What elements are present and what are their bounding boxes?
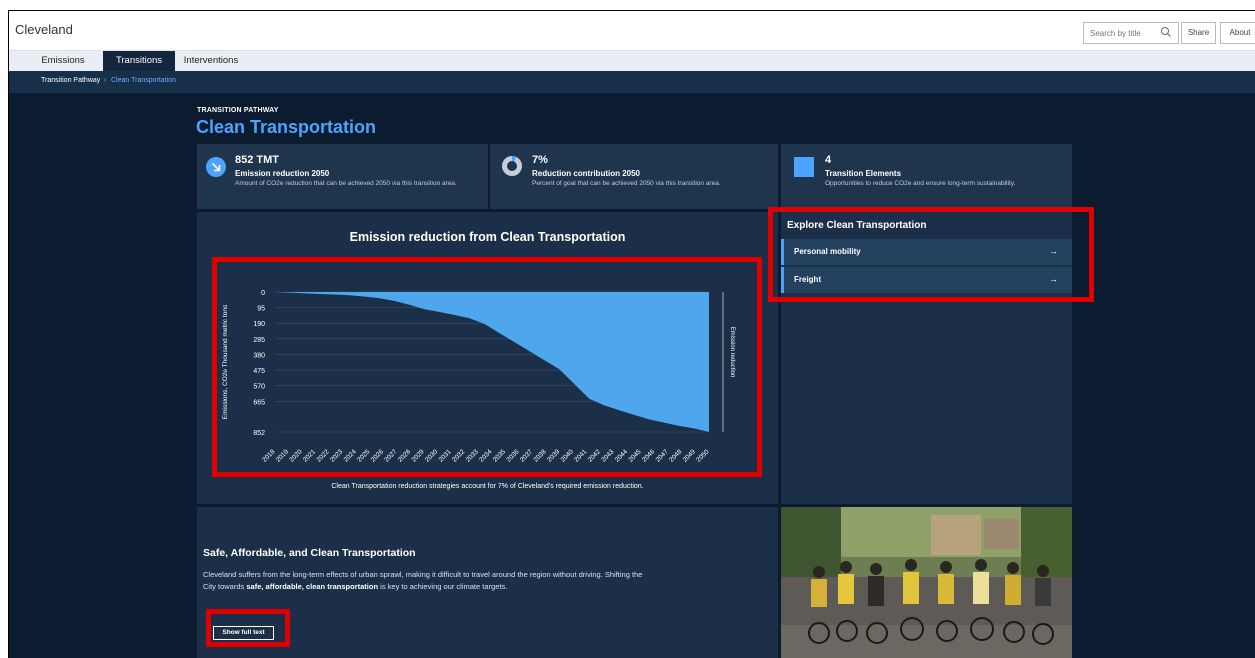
search-box[interactable] [1083,22,1179,44]
x-tick-label: 2026 [370,448,385,463]
stat-card-reduction-contribution: 7% Reduction contribution 2050 Percent o… [490,144,778,209]
donut-chart-icon [502,156,522,176]
x-tick-label: 2020 [288,448,303,463]
chart-footnote: Clean Transportation reduction strategie… [331,483,644,490]
tab-transitions[interactable]: Transitions [103,51,175,71]
stat-value: 7% [532,154,548,166]
cyclists-photo [781,507,1072,658]
explore-item-freight[interactable]: Freight → [781,267,1072,293]
page-title: Clean Transportation [196,117,377,137]
breadcrumb-parent[interactable]: Transition Pathway [41,77,100,84]
explore-item-label: Freight [794,275,822,284]
emission-area-chart[interactable]: 0 95 190 285 380 475 570 665 852 2018201920202021… [213,264,753,476]
x-tick-label: 2035 [492,448,507,463]
x-tick-label: 2030 [424,448,439,463]
breadcrumb-current: Clean Transportation [111,77,176,84]
chart-title: Emission reduction from Clean Transporta… [349,230,626,244]
x-tick-label: 2031 [438,448,453,463]
x-tick-label: 2049 [682,448,697,463]
app-title[interactable]: Cleveland [15,22,73,37]
y-tick-label: 852 [253,430,265,437]
stat-label: Emission reduction 2050 [235,169,330,178]
tab-interventions[interactable]: Interventions [177,51,245,71]
x-tick-label: 2021 [302,448,317,463]
x-tick-label: 2033 [465,448,480,463]
arrow-right-icon: → [1049,274,1058,284]
stat-label: Transition Elements [825,169,902,178]
x-tick-label: 2047 [655,448,670,463]
search-icon[interactable] [1160,26,1172,38]
arrow-down-right-icon [206,157,226,177]
y-tick-label: 475 [253,368,265,375]
x-tick-label: 2041 [573,448,588,463]
y-tick-label: 95 [257,306,265,313]
y-axis-label: Emissions, CO2e Thousand metric tons [222,304,229,419]
explore-panel: Explore Clean Transportation Personal mo… [781,212,1072,504]
y-tick-label: 665 [253,399,265,406]
stat-label: Reduction contribution 2050 [532,169,641,178]
x-tick-label: 2050 [695,448,710,463]
x-tick-label: 2025 [356,448,371,463]
x-tick-label: 2037 [519,448,534,463]
y-tick-label: 0 [261,290,265,297]
chart-panel: Emission reduction from Clean Transporta… [197,212,778,504]
square-icon [794,157,814,177]
page-pre-title: TRANSITION PATHWAY [197,107,279,114]
top-header: Cleveland Share About [9,11,1255,51]
series-label: Emission reduction [729,327,735,378]
x-tick-label: 2036 [505,448,520,463]
app-window: Cleveland Share About Emissions Transiti… [8,10,1255,658]
section-heading: Safe, Affordable, and Clean Transportati… [203,547,416,559]
x-tick-label: 2019 [275,448,290,463]
x-tick-label: 2048 [668,448,683,463]
about-button[interactable]: About [1220,22,1255,44]
stat-card-emission-reduction: 852 TMT Emission reduction 2050 Amount o… [197,144,488,209]
share-button[interactable]: Share [1181,22,1216,44]
explore-title: Explore Clean Transportation [787,220,927,231]
x-tick-label: 2028 [397,448,412,463]
breadcrumb-separator-icon: › [104,77,107,84]
x-tick-label: 2032 [451,448,466,463]
x-tick-label: 2039 [546,448,561,463]
section-body-emphasis: safe, affordable, clean transportation [246,582,379,591]
y-tick-label: 570 [253,384,265,391]
stat-value: 4 [825,154,832,166]
x-tick-label: 2029 [410,448,425,463]
y-tick-label: 380 [253,352,265,359]
x-tick-label: 2045 [627,448,642,463]
x-tick-label: 2038 [532,448,547,463]
breadcrumb: Transition Pathway › Clean Transportatio… [9,71,1255,93]
show-full-text-button[interactable]: Show full text [213,626,274,640]
area-series [275,292,709,432]
x-tick-label: 2024 [343,448,358,463]
explore-item-label: Personal mobility [794,247,861,256]
section-body-text: is key to achieving our climate targets. [378,582,508,591]
x-tick-label: 2046 [641,448,656,463]
search-input[interactable] [1084,23,1154,44]
x-tick-label: 2027 [383,448,398,463]
stat-value: 852 TMT [235,154,280,166]
tab-bar: Emissions Transitions Interventions [9,51,1255,71]
stat-description: Amount of CO2e reduction that can be ach… [235,180,457,187]
y-tick-label: 190 [253,321,265,328]
section-body: Cleveland suffers from the long-term eff… [203,569,653,593]
content-section: Safe, Affordable, and Clean Transportati… [197,507,778,658]
x-tick-label: 2022 [315,448,330,463]
x-tick-label: 2044 [614,448,629,463]
stat-card-transition-elements: 4 Transition Elements Opportunities to r… [781,144,1072,209]
y-tick-label: 285 [253,337,265,344]
stat-description: Opportunities to reduce CO2e and ensure … [825,180,1016,187]
cyclists-image [781,507,1072,658]
tab-emissions[interactable]: Emissions [23,51,103,71]
explore-item-personal-mobility[interactable]: Personal mobility → [781,239,1072,265]
x-tick-label: 2034 [478,448,493,463]
x-tick-label: 2018 [261,448,276,463]
x-tick-label: 2040 [560,448,575,463]
x-tick-label: 2043 [600,448,615,463]
stat-description: Percent of goal that can be achieved 205… [532,180,721,187]
arrow-right-icon: → [1049,246,1058,256]
x-tick-label: 2042 [587,448,602,463]
x-tick-label: 2023 [329,448,344,463]
